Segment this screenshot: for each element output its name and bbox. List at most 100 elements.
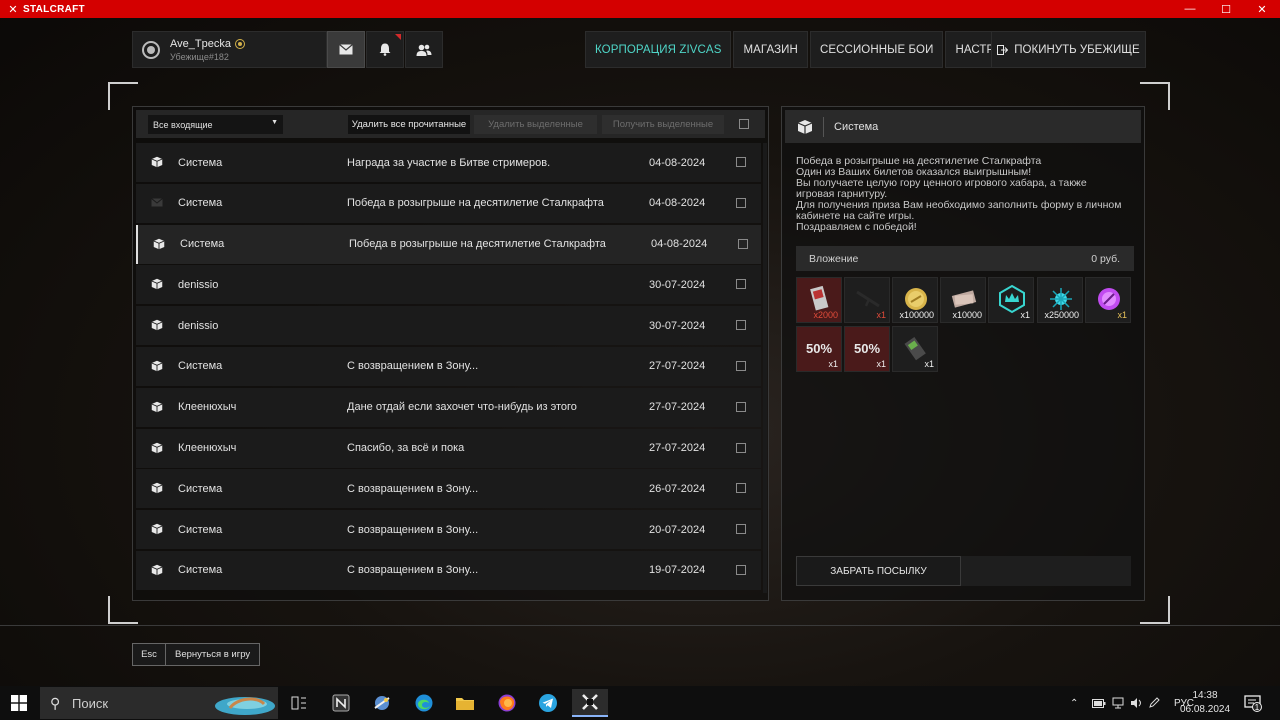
- message-checkbox[interactable]: [738, 238, 748, 249]
- message-sender: Система: [180, 238, 225, 251]
- attachment-bar: Вложение 0 руб.: [796, 246, 1134, 271]
- message-list-scrollbar[interactable]: [763, 143, 767, 593]
- message-row[interactable]: Система С возвращением в Зону... 20-07-202…: [136, 510, 761, 550]
- message-subject: С возвращением в Зону...: [347, 482, 479, 495]
- message-checkbox[interactable]: [736, 197, 746, 208]
- close-icon[interactable]: ✕: [1244, 0, 1280, 18]
- item-quantity: x2000: [813, 310, 838, 320]
- windows-taskbar: ⚲ Поиск ⌃ РУС 14:38 06.08.2024 1: [0, 686, 1280, 720]
- attachment-item[interactable]: x10000: [940, 277, 986, 323]
- message-row[interactable]: Система Победа в розыгрыше на десятилетие…: [136, 224, 761, 264]
- telegram-app-icon[interactable]: [530, 689, 566, 717]
- return-to-game-button[interactable]: Esc Вернуться в игру: [132, 643, 261, 666]
- shelter-id: Убежище#182: [170, 51, 229, 62]
- edge-browser-icon[interactable]: [406, 689, 442, 717]
- inbox-filter-select[interactable]: Все входящие ▼: [148, 115, 283, 134]
- chevron-up-icon[interactable]: ⌃: [1070, 698, 1084, 709]
- start-button[interactable]: [0, 686, 38, 720]
- message-subject: Спасибо, за всё и пока: [347, 442, 465, 455]
- firefox-browser-icon[interactable]: [489, 689, 525, 717]
- nav-corporation[interactable]: КОРПОРАЦИЯ ZIVCAS: [585, 31, 732, 68]
- message-row[interactable]: Система Победа в розыгрыше на десятилетие…: [136, 183, 761, 223]
- caret-down-icon: ▼: [271, 119, 278, 126]
- box-icon: [153, 238, 165, 250]
- message-row[interactable]: Клеенюхыч Спасибо, за всё и пока 27-07-202…: [136, 428, 761, 468]
- box-icon: [151, 319, 163, 331]
- message-sender: denissio: [178, 278, 219, 291]
- message-row[interactable]: Система С возвращением в Зону... 26-07-202…: [136, 469, 761, 509]
- message-subject: С возвращением в Зону...: [347, 360, 479, 373]
- task-view-icon[interactable]: [281, 689, 317, 717]
- item-quantity: x10000: [952, 310, 982, 320]
- app-icon[interactable]: [364, 689, 400, 717]
- attachment-item[interactable]: 50% x1: [844, 326, 890, 372]
- message-sender: Система: [178, 523, 223, 536]
- message-date: 27-07-2024: [649, 442, 706, 455]
- message-checkbox[interactable]: [736, 157, 746, 167]
- message-row[interactable]: Клеенюхыч Дане отдай если захочет что-ниб…: [136, 387, 761, 427]
- attachment-item[interactable]: x1: [892, 326, 938, 372]
- pen-icon[interactable]: [1148, 697, 1160, 709]
- notification-center-button[interactable]: 1: [1244, 694, 1262, 712]
- volume-icon[interactable]: [1130, 697, 1143, 709]
- message-date: 30-07-2024: [649, 278, 706, 291]
- nav-shop[interactable]: МАГАЗИН: [733, 31, 808, 68]
- message-row[interactable]: Система С возвращением в Зону... 27-07-202…: [136, 346, 761, 386]
- message-sender: Система: [834, 120, 879, 133]
- item-quantity: x1: [1117, 310, 1127, 320]
- taskbar-search[interactable]: ⚲ Поиск: [40, 687, 278, 719]
- discount-icon: 50%: [805, 341, 833, 356]
- avatar: [142, 40, 160, 59]
- message-subject: Победа в розыгрыше на десятилетие Сталкр…: [347, 197, 604, 210]
- delete-selected-button[interactable]: Удалить выделенные: [474, 115, 597, 134]
- message-row[interactable]: Система С возвращением в Зону... 19-07-202…: [136, 550, 761, 590]
- nav-session-battles[interactable]: СЕССИОННЫЕ БОИ: [809, 31, 944, 68]
- message-checkbox[interactable]: [736, 279, 746, 290]
- box-icon: [151, 401, 163, 413]
- network-icon[interactable]: [1112, 697, 1124, 709]
- message-checkbox[interactable]: [736, 401, 746, 412]
- mail-button[interactable]: [327, 31, 365, 68]
- minimize-icon[interactable]: —: [1172, 0, 1208, 18]
- message-checkbox[interactable]: [736, 320, 746, 331]
- box-icon: [151, 523, 163, 535]
- attachment-item[interactable]: x100000: [892, 277, 938, 323]
- select-all-checkbox[interactable]: [739, 119, 749, 129]
- message-checkbox[interactable]: [736, 442, 746, 453]
- taskbar-clock[interactable]: 14:38 06.08.2024: [1170, 689, 1240, 717]
- message-checkbox[interactable]: [736, 360, 746, 371]
- delete-read-button[interactable]: Удалить все прочитанные: [348, 115, 470, 134]
- notion-app-icon[interactable]: [323, 689, 359, 717]
- friends-button[interactable]: [405, 31, 443, 68]
- attachment-item[interactable]: x1: [988, 277, 1034, 323]
- attachment-item[interactable]: x2000: [796, 277, 842, 323]
- attachment-item[interactable]: x1: [844, 277, 890, 323]
- attachment-item[interactable]: 50% x1: [796, 326, 842, 372]
- get-selected-button[interactable]: Получить выделенные: [602, 115, 724, 134]
- message-row[interactable]: Система Награда за участие в Битве стриме…: [136, 143, 761, 182]
- leave-shelter-button[interactable]: ПОКИНУТЬ УБЕЖИЩЕ: [991, 31, 1146, 68]
- maximize-icon[interactable]: ☐: [1208, 0, 1244, 18]
- window-titlebar: ✕ STALCRAFT — ☐ ✕: [0, 0, 1280, 18]
- claim-package-button[interactable]: ЗАБРАТЬ ПОСЫЛКУ: [796, 556, 961, 586]
- file-explorer-icon[interactable]: [447, 689, 483, 717]
- message-subject: Победа в розыгрыше на десятилетие Сталкр…: [349, 238, 606, 251]
- message-row[interactable]: denissio 30-07-2024: [136, 265, 761, 305]
- main-nav: КОРПОРАЦИЯ ZIVCAS МАГАЗИН СЕССИОННЫЕ БОИ…: [585, 31, 1037, 68]
- message-checkbox[interactable]: [736, 483, 746, 494]
- inbox-panel: Все входящие ▼ Удалить все прочитанные У…: [132, 106, 769, 601]
- attachment-item[interactable]: x1: [1085, 277, 1131, 323]
- message-checkbox[interactable]: [736, 564, 746, 575]
- attachment-item[interactable]: x250000: [1037, 277, 1083, 323]
- stalcraft-logo-icon: ✕: [8, 3, 18, 16]
- message-checkbox[interactable]: [736, 524, 746, 535]
- notifications-button[interactable]: [366, 31, 404, 68]
- battery-icon[interactable]: [1092, 698, 1106, 708]
- item-quantity: x250000: [1044, 310, 1079, 320]
- item-quantity: x1: [1020, 310, 1030, 320]
- item-quantity: x1: [876, 359, 886, 369]
- stalcraft-app-icon[interactable]: [572, 689, 608, 717]
- profile-card[interactable]: Ave_Tpecka Убежище#182: [132, 31, 327, 68]
- message-row[interactable]: denissio 30-07-2024: [136, 306, 761, 346]
- inbox-filter-value: Все входящие: [153, 119, 213, 130]
